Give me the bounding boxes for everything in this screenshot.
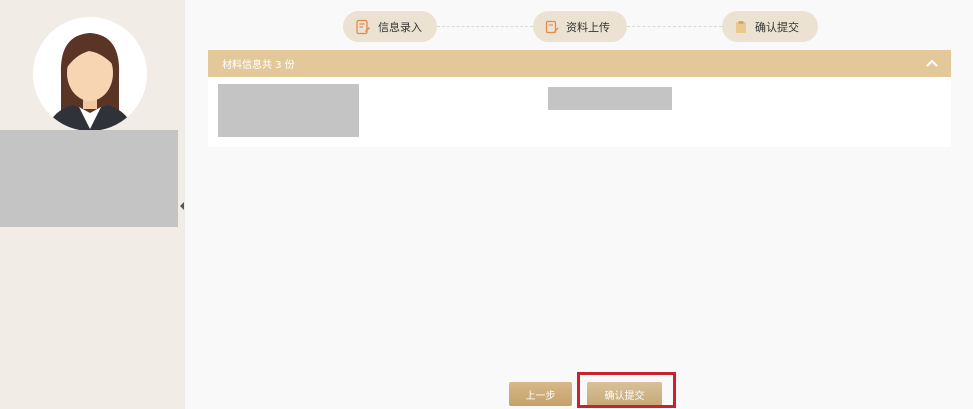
avatar bbox=[33, 17, 147, 131]
step-upload[interactable]: 资料上传 bbox=[533, 11, 627, 42]
step-label: 确认提交 bbox=[755, 20, 799, 34]
redacted-user-info bbox=[0, 130, 178, 227]
materials-header: 材料信息共 3 份 bbox=[208, 50, 951, 77]
step-connector bbox=[627, 26, 722, 27]
sidebar bbox=[0, 0, 184, 409]
step-label: 资料上传 bbox=[566, 20, 610, 34]
document-edit-icon bbox=[356, 19, 370, 34]
confirm-submit-button[interactable]: 确认提交 bbox=[587, 382, 662, 406]
redacted-material bbox=[548, 87, 672, 110]
chevron-up-icon[interactable] bbox=[925, 57, 939, 69]
upload-doc-icon bbox=[545, 20, 559, 33]
step-confirm-submit[interactable]: 确认提交 bbox=[722, 11, 818, 42]
materials-count: 材料信息共 3 份 bbox=[222, 60, 295, 71]
user-avatar-icon bbox=[47, 33, 133, 131]
prev-step-button[interactable]: 上一步 bbox=[509, 382, 572, 406]
clipboard-icon bbox=[736, 20, 746, 33]
step-info-entry[interactable]: 信息录入 bbox=[343, 11, 437, 42]
redacted-material bbox=[218, 84, 359, 137]
materials-body bbox=[208, 77, 951, 147]
divider bbox=[184, 0, 185, 409]
step-connector bbox=[437, 26, 533, 27]
step-label: 信息录入 bbox=[378, 20, 422, 34]
